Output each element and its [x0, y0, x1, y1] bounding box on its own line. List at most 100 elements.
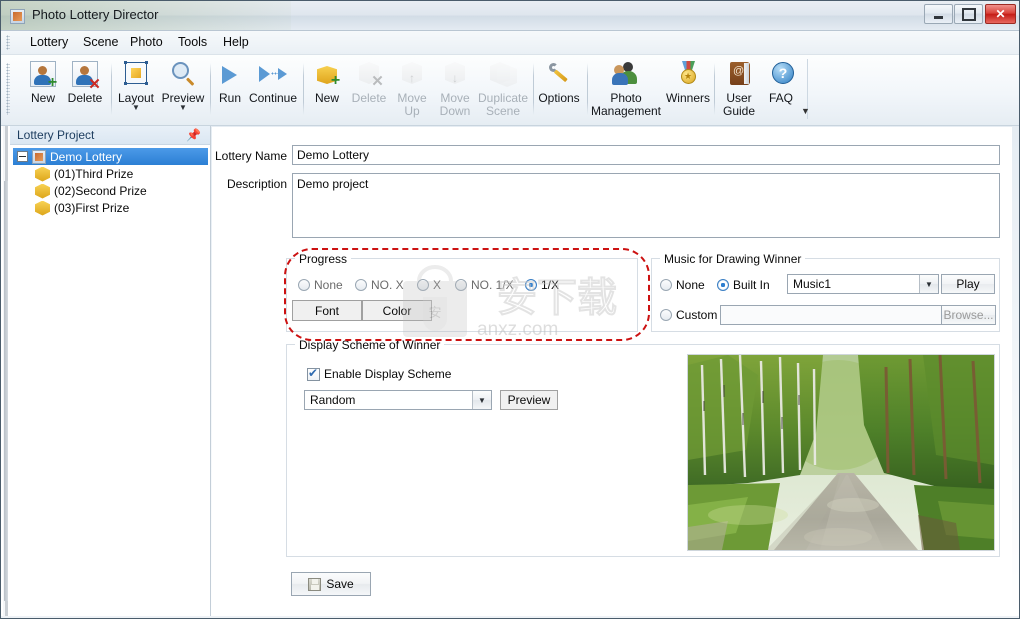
toolbar-run-label: Run — [218, 91, 241, 105]
chevron-down-icon[interactable]: ▼ — [132, 104, 140, 112]
radio-dot-selected — [717, 279, 729, 291]
toolbar-duplicate-scene-label: Duplicate Scene — [477, 91, 529, 118]
toolbar-photo-management-button[interactable]: Photo Management — [589, 59, 663, 118]
tree-node-second-prize[interactable]: (02)Second Prize — [13, 182, 208, 199]
music-radio-builtin-label: Built In — [733, 278, 770, 292]
toolbar-run-button[interactable]: Run — [212, 59, 248, 105]
toolbar-faq-button[interactable]: ? FAQ — [761, 59, 801, 105]
cube-add-icon: + — [310, 59, 344, 91]
music-play-button[interactable]: Play — [941, 274, 995, 294]
panel-title: Lottery Project — [17, 128, 95, 142]
toolbar-move-up-label: Move Up — [397, 91, 427, 118]
save-button[interactable]: Save — [291, 572, 371, 596]
menu-grip-handle[interactable] — [6, 35, 10, 50]
progress-radio-no-1x[interactable]: NO. 1/X — [455, 278, 514, 292]
display-scheme-preview-button[interactable]: Preview — [500, 390, 558, 410]
cube-move-up-icon: ↑ — [395, 59, 429, 91]
toolbar-user-guide-button[interactable]: @ User Guide — [717, 59, 761, 118]
chevron-down-icon[interactable]: ▼ — [179, 104, 187, 112]
menu-item-scene[interactable]: Scene — [76, 34, 125, 52]
toolbar-move-down-button[interactable]: ↓ Move Down — [433, 59, 477, 118]
progress-radio-none[interactable]: None — [298, 278, 343, 292]
play-continue-icon — [256, 59, 290, 91]
pin-icon[interactable]: 📌 — [186, 128, 201, 142]
toolbar: + New ✕ Delete Layout ▼ Preview ▼ Run Co… — [1, 55, 1019, 126]
radio-dot — [660, 279, 672, 291]
music-custom-path-input[interactable] — [720, 305, 942, 325]
winner-photo-preview — [687, 354, 995, 551]
cube-icon — [35, 183, 50, 199]
menu-item-lottery[interactable]: Lottery — [23, 34, 75, 52]
toolbar-separator — [303, 63, 304, 115]
minimize-button[interactable] — [924, 4, 953, 24]
toolbar-faq-label: FAQ — [768, 91, 793, 105]
music-radio-builtin[interactable]: Built In — [717, 278, 770, 292]
book-icon: @ — [722, 59, 756, 91]
toolbar-options-button[interactable]: Options — [536, 59, 582, 105]
close-button[interactable]: ✕ — [985, 4, 1016, 24]
toolbar-new-scene-label: New — [314, 91, 339, 105]
progress-radio-no-x-label: NO. X — [371, 278, 404, 292]
music-radio-none[interactable]: None — [660, 278, 705, 292]
music-browse-button[interactable]: Browse... — [941, 305, 996, 325]
cube-move-down-icon: ↓ — [438, 59, 472, 91]
tree-node-third-prize[interactable]: (01)Third Prize — [13, 165, 208, 182]
tree-node-first-prize[interactable]: (03)First Prize — [13, 199, 208, 216]
progress-radio-none-label: None — [314, 278, 343, 292]
toolbar-winners-button[interactable]: ★ Winners — [664, 59, 712, 105]
toolbar-options-label: Options — [538, 91, 580, 105]
faq-icon: ? — [764, 59, 798, 91]
toolbar-layout-button[interactable]: Layout ▼ — [114, 59, 158, 112]
minimize-icon — [925, 5, 952, 23]
menu-item-help[interactable]: Help — [216, 34, 256, 52]
progress-radio-no-x[interactable]: NO. X — [355, 278, 404, 292]
menu-item-tools[interactable]: Tools — [171, 34, 214, 52]
music-radio-custom[interactable]: Custom — [660, 308, 717, 322]
toolbar-new-lottery-button[interactable]: + New — [23, 59, 63, 105]
application-window: Photo Lottery Director ✕ Lottery Scene P… — [0, 0, 1020, 619]
checkbox-box — [307, 366, 320, 381]
progress-radio-1x[interactable]: 1/X — [525, 278, 559, 292]
display-scheme-title: Display Scheme of Winner — [295, 338, 445, 352]
display-scheme-combo[interactable]: Random ▼ — [304, 390, 492, 410]
toolbar-preview-button[interactable]: Preview ▼ — [158, 59, 208, 112]
toolbar-photo-management-label: Photo Management — [590, 91, 662, 118]
toolbar-move-down-label: Move Down — [439, 91, 471, 118]
progress-font-button[interactable]: Font — [292, 300, 362, 321]
panel-header: Lottery Project 📌 — [10, 126, 210, 145]
toolbar-duplicate-scene-button[interactable]: Duplicate Scene — [475, 59, 531, 118]
lottery-name-input[interactable] — [292, 145, 1000, 165]
panel-scrollbar[interactable] — [4, 181, 8, 601]
toolbar-delete-lottery-button[interactable]: ✕ Delete — [63, 59, 107, 105]
app-icon — [10, 9, 25, 24]
toolbar-move-up-button[interactable]: ↑ Move Up — [391, 59, 433, 118]
toolbar-separator — [210, 63, 211, 115]
chevron-down-icon[interactable]: ▼ — [919, 275, 938, 293]
toolbar-separator — [714, 63, 715, 115]
music-builtin-combo[interactable]: Music1 ▼ — [787, 274, 939, 294]
toolbar-continue-button[interactable]: Continue — [246, 59, 300, 105]
chevron-down-icon[interactable]: ▼ — [472, 391, 491, 409]
maximize-button[interactable] — [954, 4, 983, 24]
progress-color-button[interactable]: Color — [362, 300, 432, 321]
enable-display-scheme-checkbox[interactable]: Enable Display Scheme — [307, 366, 451, 381]
description-input[interactable] — [292, 173, 1000, 238]
toolbar-delete-scene-button[interactable]: ✕ Delete — [347, 59, 391, 105]
user-delete-icon: ✕ — [68, 59, 102, 92]
radio-dot — [355, 279, 367, 291]
menu-item-photo[interactable]: Photo — [123, 34, 170, 52]
progress-radio-x[interactable]: X — [417, 278, 441, 292]
tree-node-label: (01)Third Prize — [54, 166, 134, 181]
play-icon — [213, 59, 247, 91]
tree-collapse-icon[interactable] — [17, 151, 28, 162]
toolbar-overflow-button[interactable]: ▼ — [799, 103, 812, 119]
toolbar-grip-handle[interactable] — [6, 63, 10, 115]
music-builtin-value: Music1 — [793, 277, 832, 291]
project-tree: Demo Lottery (01)Third Prize (02)Second … — [13, 148, 208, 216]
description-label: Description — [226, 177, 287, 191]
lottery-name-label: Lottery Name — [214, 149, 287, 163]
toolbar-delete-lottery-label: Delete — [67, 91, 103, 105]
toolbar-new-scene-button[interactable]: + New — [308, 59, 346, 105]
music-radio-none-label: None — [676, 278, 705, 292]
tree-node-demo-lottery[interactable]: Demo Lottery — [13, 148, 208, 165]
